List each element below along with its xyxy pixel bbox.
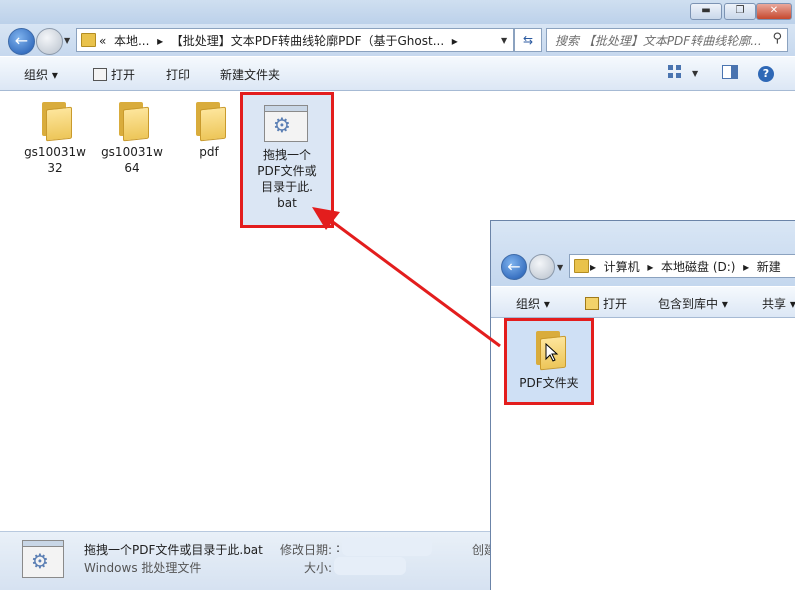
arrow-line — [321, 212, 501, 348]
arrow-head — [312, 207, 340, 230]
drag-arrow — [312, 207, 501, 348]
